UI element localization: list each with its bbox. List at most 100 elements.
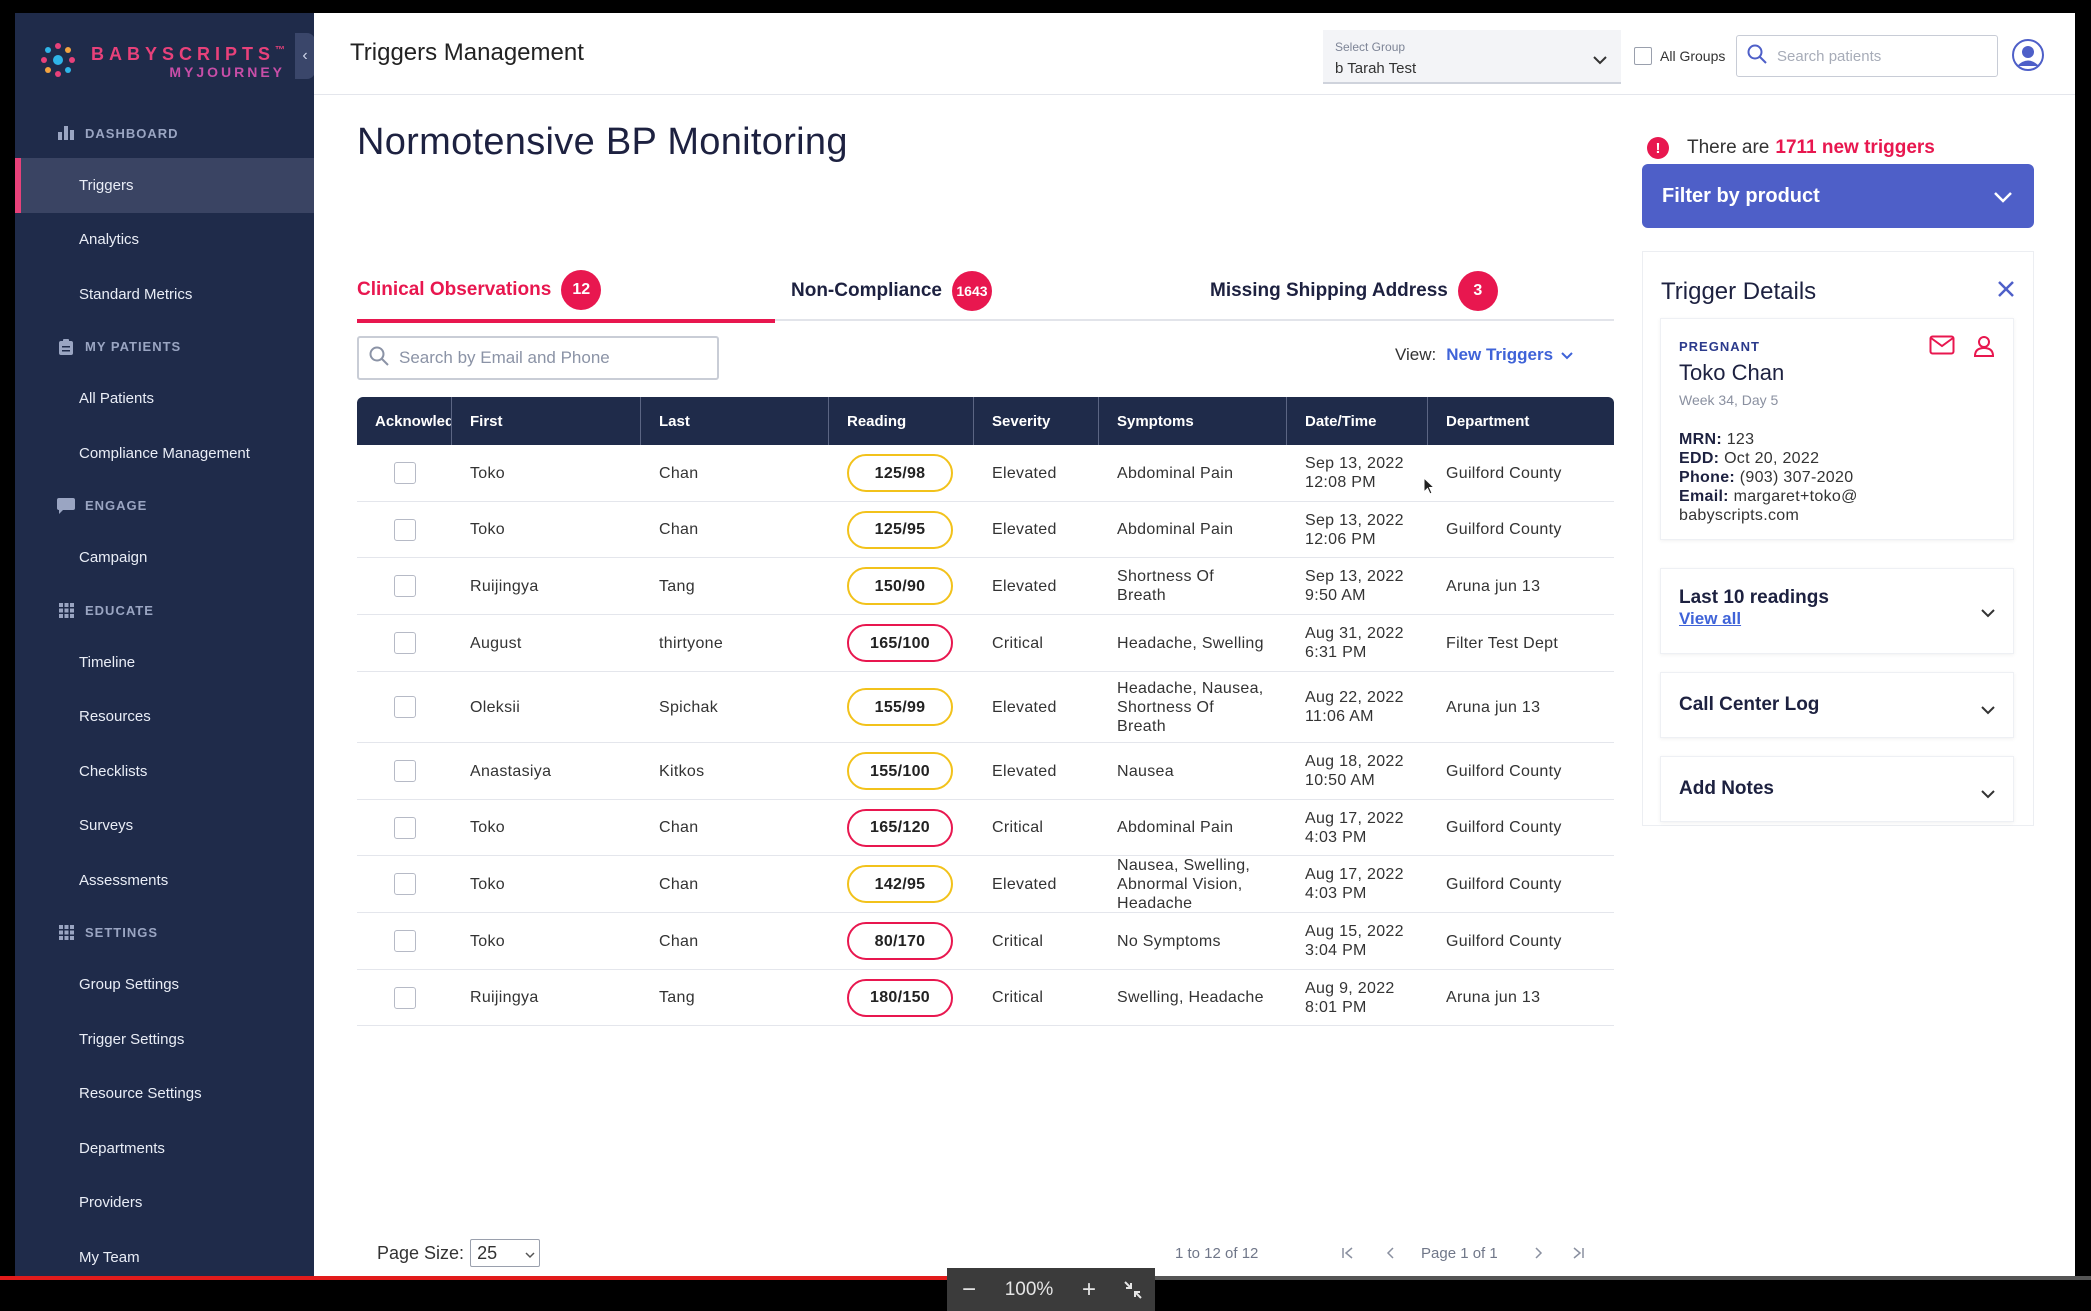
exit-fullscreen-icon[interactable] xyxy=(1111,1280,1155,1300)
column-header-date-time[interactable]: Date/Time xyxy=(1287,397,1428,445)
next-page-icon[interactable] xyxy=(1535,1247,1543,1259)
acknowledge-checkbox[interactable] xyxy=(393,575,416,597)
sidebar-item-surveys[interactable]: Surveys xyxy=(15,799,314,854)
table-row[interactable]: Toko Chan 165/120 Critical Abdominal Pain Aug… xyxy=(357,800,1614,856)
clipboard-icon xyxy=(57,338,75,355)
severity-text: Elevated xyxy=(992,698,1057,716)
first-name-cell: Toko xyxy=(452,856,641,912)
last-10-readings-accordion[interactable]: Last 10 readings View all xyxy=(1660,568,2014,654)
sidebar-item-resource-settings[interactable]: Resource Settings xyxy=(15,1067,314,1122)
department-cell: Aruna jun 13 xyxy=(1428,970,1614,1025)
table-row[interactable]: Oleksii Spichak 155/99 Elevated Headache, Na… xyxy=(357,672,1614,743)
column-header-department[interactable]: Department xyxy=(1428,397,1614,445)
sidebar-item-group-settings[interactable]: Group Settings xyxy=(15,958,314,1013)
checkbox[interactable] xyxy=(1634,47,1652,65)
user-profile-icon[interactable] xyxy=(1973,335,1995,362)
sidebar-item-timeline[interactable]: Timeline xyxy=(15,635,314,690)
column-header-last[interactable]: Last xyxy=(641,397,829,445)
group-select[interactable]: Select Group b Tarah Test xyxy=(1323,30,1621,84)
acknowledge-checkbox[interactable] xyxy=(393,632,416,654)
previous-page-icon[interactable] xyxy=(1386,1247,1394,1259)
search-patients-field[interactable] xyxy=(1736,35,1998,77)
acknowledge-checkbox-cell[interactable] xyxy=(357,743,452,799)
table-row[interactable]: Toko Chan 142/95 Elevated Nausea, Swelling, … xyxy=(357,856,1614,913)
acknowledge-checkbox[interactable] xyxy=(393,816,416,839)
symptoms-cell: Headache, Swelling xyxy=(1099,615,1287,671)
last-page-icon[interactable] xyxy=(1572,1247,1584,1259)
acknowledge-checkbox-cell[interactable] xyxy=(357,502,452,557)
sidebar-item-resources[interactable]: Resources xyxy=(15,690,314,745)
acknowledge-checkbox-cell[interactable] xyxy=(357,856,452,912)
acknowledge-checkbox[interactable] xyxy=(393,518,416,541)
column-header-reading[interactable]: Reading xyxy=(829,397,974,445)
sidebar-item-my-team[interactable]: My Team xyxy=(15,1230,314,1278)
patient-name[interactable]: Toko Chan xyxy=(1679,360,1995,386)
sidebar-item-checklists[interactable]: Checklists xyxy=(15,744,314,799)
user-avatar-icon[interactable] xyxy=(2012,39,2044,71)
column-header-first[interactable]: First xyxy=(452,397,641,445)
bp-reading-pill: 142/95 xyxy=(847,865,953,903)
acknowledge-checkbox-cell[interactable] xyxy=(357,615,452,671)
tab-clinical-observations[interactable]: Clinical Observations 12 xyxy=(357,261,775,323)
page-size-select[interactable]: 25 xyxy=(470,1239,541,1267)
date-time-text: Aug 17, 2022 4:03 PM xyxy=(1305,809,1404,846)
acknowledge-checkbox-cell[interactable] xyxy=(357,913,452,969)
table-row[interactable]: Ruijingya Tang 180/150 Critical Swelling, He… xyxy=(357,970,1614,1026)
view-all-link[interactable]: View all xyxy=(1679,609,2013,629)
tab-non-compliance[interactable]: Non-Compliance 1643 xyxy=(791,261,992,321)
brand-logo[interactable]: BABYSCRIPTS™ MYJOURNEY xyxy=(39,35,285,85)
nav-section-educate: EDUCATE xyxy=(15,585,314,635)
acknowledge-checkbox-cell[interactable] xyxy=(357,672,452,742)
date-time-cell: Aug 18, 2022 10:50 AM xyxy=(1287,743,1428,799)
email-phone-search-input[interactable] xyxy=(399,348,699,368)
sidebar-item-providers[interactable]: Providers xyxy=(15,1176,314,1231)
zoom-out-button[interactable]: − xyxy=(947,1276,991,1304)
sidebar-item-compliance-management[interactable]: Compliance Management xyxy=(15,426,314,481)
email-phone-search-field[interactable] xyxy=(357,336,719,380)
table-row[interactable]: Anastasiya Kitkos 155/100 Elevated Nausea Aug… xyxy=(357,743,1614,800)
acknowledge-checkbox[interactable] xyxy=(393,462,416,484)
severity-cell: Critical xyxy=(974,913,1099,969)
table-row[interactable]: Ruijingya Tang 150/90 Elevated Shortness Of … xyxy=(357,558,1614,615)
video-progress-played[interactable] xyxy=(0,1276,947,1280)
column-header-severity[interactable]: Severity xyxy=(974,397,1099,445)
sidebar-item-trigger-settings[interactable]: Trigger Settings xyxy=(15,1012,314,1067)
sidebar-item-analytics[interactable]: Analytics xyxy=(15,213,314,268)
search-icon xyxy=(369,346,389,371)
zoom-in-button[interactable]: + xyxy=(1067,1276,1111,1304)
acknowledge-checkbox-cell[interactable] xyxy=(357,970,452,1025)
mail-icon[interactable] xyxy=(1929,335,1955,362)
sidebar-item-campaign[interactable]: Campaign xyxy=(15,531,314,586)
sidebar-item-triggers[interactable]: Triggers xyxy=(15,158,314,213)
acknowledge-checkbox[interactable] xyxy=(393,930,416,952)
sidebar-item-all-patients[interactable]: All Patients xyxy=(15,372,314,427)
acknowledge-checkbox[interactable] xyxy=(393,986,416,1009)
phone-value: (903) 307-2020 xyxy=(1739,469,1854,486)
acknowledge-checkbox-cell[interactable] xyxy=(357,558,452,614)
acknowledge-checkbox-cell[interactable] xyxy=(357,800,452,855)
table-row[interactable]: Toko Chan 125/95 Elevated Abdominal Pain Sep … xyxy=(357,502,1614,558)
acknowledge-checkbox[interactable] xyxy=(393,873,416,895)
sidebar-item-assessments[interactable]: Assessments xyxy=(15,853,314,908)
column-header-symptoms[interactable]: Symptoms xyxy=(1099,397,1287,445)
collapse-sidebar-button[interactable]: ‹ xyxy=(295,33,315,79)
sidebar-item-standard-metrics[interactable]: Standard Metrics xyxy=(15,267,314,322)
filter-by-product-dropdown[interactable]: Filter by product xyxy=(1642,164,2034,228)
table-row[interactable]: August thirtyone 165/100 Critical Headache, … xyxy=(357,615,1614,672)
severity-text: Critical xyxy=(992,932,1044,950)
search-patients-input[interactable] xyxy=(1777,47,1977,65)
call-center-log-accordion[interactable]: Call Center Log xyxy=(1660,672,2014,738)
close-icon[interactable] xyxy=(1997,280,2015,303)
tab-missing-shipping-address[interactable]: Missing Shipping Address 3 xyxy=(1210,261,1498,321)
acknowledge-checkbox[interactable] xyxy=(393,696,416,718)
table-row[interactable]: Toko Chan 80/170 Critical No Symptoms Aug 15,… xyxy=(357,913,1614,970)
all-groups-checkbox[interactable]: All Groups xyxy=(1634,47,1725,65)
view-filter[interactable]: View: New Triggers xyxy=(1395,345,1573,365)
add-notes-accordion[interactable]: Add Notes xyxy=(1660,756,2014,822)
first-page-icon[interactable] xyxy=(1342,1247,1354,1259)
sidebar-item-departments[interactable]: Departments xyxy=(15,1121,314,1176)
acknowledge-checkbox-cell[interactable] xyxy=(357,445,452,501)
department-cell: Filter Test Dept xyxy=(1428,615,1614,671)
column-header-acknowledge[interactable]: Acknowledge xyxy=(357,397,452,445)
acknowledge-checkbox[interactable] xyxy=(393,760,416,782)
